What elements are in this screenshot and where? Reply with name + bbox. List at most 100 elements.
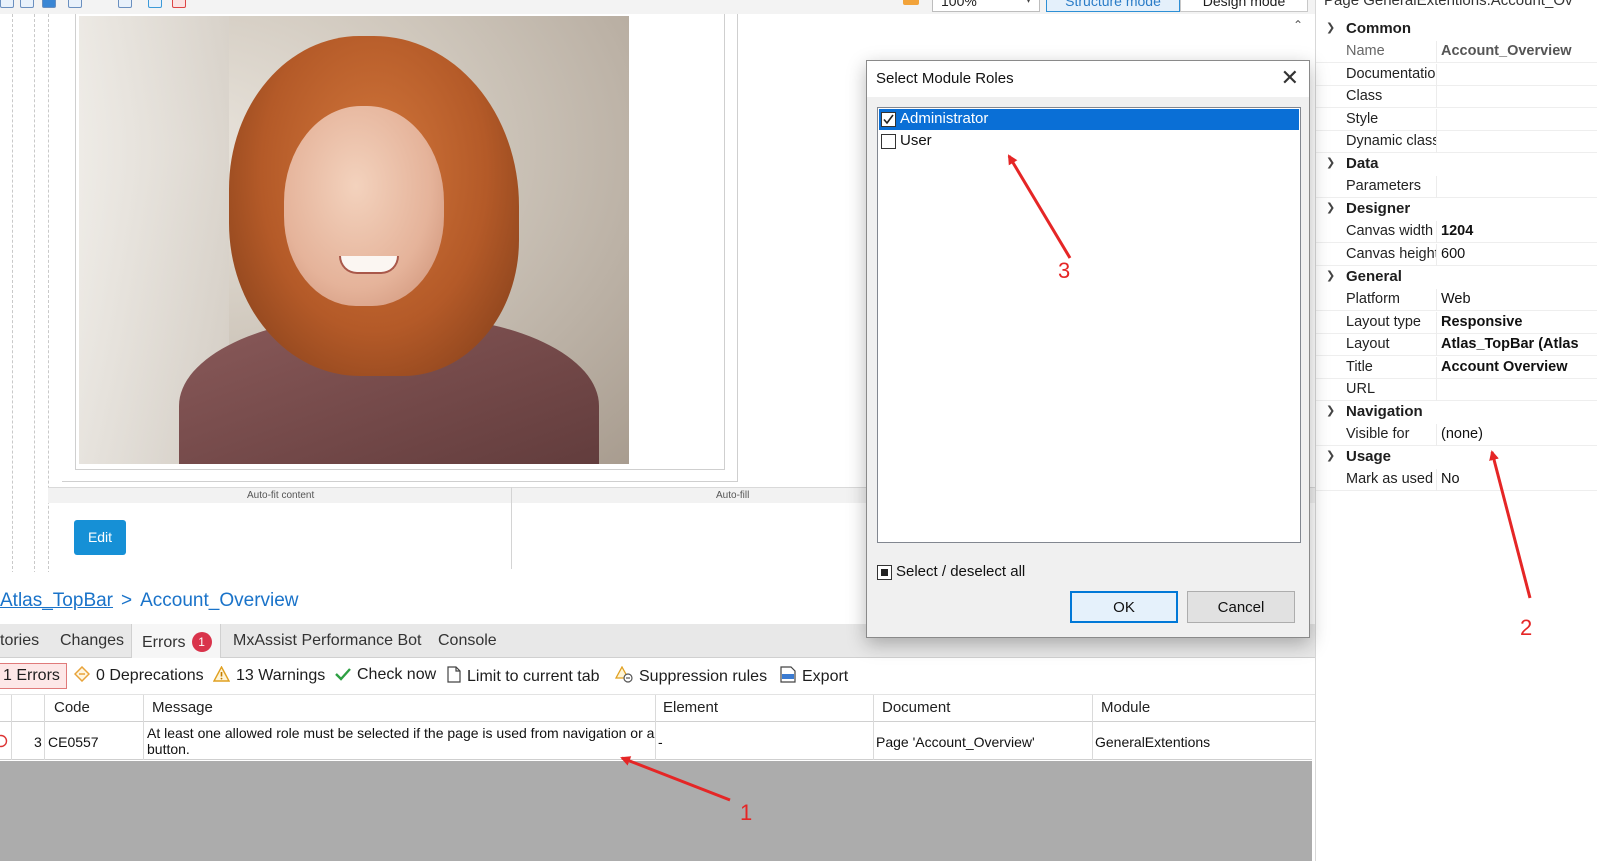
prop-title[interactable]: Title Account Overview: [1316, 357, 1597, 379]
warnings-filter-label: 13 Warnings: [236, 667, 326, 684]
prop-label: Documentation: [1346, 66, 1436, 82]
layout-grid-icon[interactable]: [42, 0, 56, 8]
category-label: Usage: [1346, 448, 1392, 465]
annotation-number-1: 1: [740, 800, 753, 825]
prop-label: Name: [1346, 43, 1385, 59]
errors-filter-toggle[interactable]: 1 Errors: [0, 663, 67, 689]
tab-changes[interactable]: Changes: [60, 624, 124, 658]
cancel-button[interactable]: Cancel: [1187, 591, 1295, 623]
prop-value: No: [1441, 471, 1460, 487]
prop-platform[interactable]: Platform Web: [1316, 289, 1597, 311]
autofit-label: Auto-fit content: [247, 490, 315, 501]
list-item-administrator[interactable]: Administrator: [879, 109, 1299, 130]
prop-parameters[interactable]: Parameters: [1316, 176, 1597, 198]
photo-face: [284, 106, 444, 306]
window-icon[interactable]: [118, 0, 132, 8]
administrator-checkbox[interactable]: [881, 112, 896, 127]
category-common[interactable]: ❯ Common: [1316, 19, 1597, 41]
errors-count-badge: 1: [191, 632, 212, 652]
tab-console[interactable]: Console: [438, 624, 497, 658]
tab-errors[interactable]: Errors 1: [131, 624, 221, 658]
dialog-titlebar[interactable]: Select Module Roles ✕: [867, 61, 1309, 97]
suppression-rules-label: Suppression rules: [639, 668, 768, 685]
breadcrumb-page-link[interactable]: Account_Overview: [140, 590, 298, 611]
suppression-icon: [615, 666, 633, 683]
column-header-module[interactable]: Module: [1101, 699, 1150, 716]
select-all-checkbox[interactable]: [877, 565, 892, 580]
error-grid-empty-area: [0, 761, 1312, 861]
prop-documentation[interactable]: Documentation: [1316, 64, 1597, 86]
category-label: Data: [1346, 155, 1379, 172]
chevron-down-icon: ❯: [1326, 202, 1336, 214]
category-designer[interactable]: ❯ Designer: [1316, 199, 1597, 221]
module-roles-list[interactable]: Administrator User: [877, 107, 1301, 543]
export-button[interactable]: Export: [780, 666, 848, 686]
profile-image[interactable]: [79, 16, 629, 464]
column-header-message[interactable]: Message: [152, 699, 213, 716]
limit-to-tab-toggle[interactable]: Limit to current tab: [447, 666, 600, 686]
deprecations-filter-toggle[interactable]: 0 Deprecations: [74, 666, 204, 685]
prop-style[interactable]: Style: [1316, 109, 1597, 131]
prop-canvas-width[interactable]: Canvas width 1204: [1316, 221, 1597, 243]
breadcrumb: Atlas_TopBar > Account_Overview: [0, 590, 299, 620]
theme-icon[interactable]: [903, 0, 919, 5]
user-checkbox[interactable]: [881, 134, 896, 149]
chevron-down-icon: ❯: [1326, 270, 1336, 282]
ok-button[interactable]: OK: [1070, 591, 1178, 623]
prop-label: Layout type: [1346, 314, 1421, 330]
error-element: -: [658, 734, 663, 750]
prop-value: Web: [1441, 291, 1471, 307]
edit-button[interactable]: Edit: [74, 520, 126, 555]
tab-mxassist[interactable]: MxAssist Performance Bot: [233, 624, 422, 658]
prop-label: Class: [1346, 88, 1383, 104]
select-tool-icon[interactable]: [20, 0, 34, 8]
scroll-up-icon[interactable]: ⌃: [1293, 18, 1303, 32]
prop-label: URL: [1346, 381, 1376, 397]
column-separator: [655, 722, 656, 760]
widget-icon[interactable]: [68, 0, 82, 8]
component-icon[interactable]: [172, 0, 186, 8]
prop-dynamic-class[interactable]: Dynamic class: [1316, 131, 1597, 153]
column-header-element[interactable]: Element: [663, 699, 718, 716]
category-label: Navigation: [1346, 403, 1423, 420]
link-icon[interactable]: [148, 0, 162, 8]
table-row[interactable]: 3 CE0557 At least one allowed role must …: [0, 722, 1312, 760]
column-header-code[interactable]: Code: [54, 699, 90, 716]
annotation-number-2: 2: [1520, 615, 1533, 640]
list-item-user[interactable]: User: [879, 131, 1299, 152]
column-header-document[interactable]: Document: [882, 699, 950, 716]
category-navigation[interactable]: ❯ Navigation: [1316, 402, 1597, 424]
photo-smile: [339, 256, 399, 274]
prop-name[interactable]: Name Account_Overview: [1316, 41, 1597, 63]
prop-layout-type[interactable]: Layout type Responsive: [1316, 312, 1597, 334]
tab-stories[interactable]: tories: [0, 624, 39, 658]
column-separator: [143, 695, 144, 723]
check-now-button[interactable]: Check now: [335, 666, 436, 684]
check-now-label: Check now: [357, 666, 437, 683]
prop-visible-for[interactable]: Visible for (none): [1316, 424, 1597, 446]
breadcrumb-layout-link[interactable]: Atlas_TopBar: [0, 590, 113, 611]
prop-class[interactable]: Class: [1316, 86, 1597, 108]
chevron-down-icon: ❯: [1326, 405, 1336, 417]
column-divider: [511, 487, 512, 569]
top-toolbar: 100% ▾ Structure mode Design mode: [0, 0, 1315, 14]
column-separator: [44, 695, 45, 723]
category-usage[interactable]: ❯ Usage: [1316, 447, 1597, 469]
zoom-select[interactable]: 100% ▾: [932, 0, 1040, 12]
close-icon[interactable]: ✕: [1281, 66, 1299, 90]
category-data[interactable]: ❯ Data: [1316, 154, 1597, 176]
error-document: Page 'Account_Overview': [876, 734, 1035, 750]
category-general[interactable]: ❯ General: [1316, 267, 1597, 289]
prop-label: Canvas height: [1346, 246, 1436, 262]
prop-mark-as-used[interactable]: Mark as used No: [1316, 469, 1597, 491]
design-mode-button[interactable]: Design mode: [1180, 0, 1308, 12]
pointer-tool-icon[interactable]: [0, 0, 14, 8]
prop-layout[interactable]: Layout Atlas_TopBar (Atlas: [1316, 334, 1597, 356]
error-icon: [0, 734, 8, 748]
warnings-filter-toggle[interactable]: 13 Warnings: [213, 666, 325, 685]
structure-mode-button[interactable]: Structure mode: [1046, 0, 1180, 12]
prop-url[interactable]: URL: [1316, 379, 1597, 401]
prop-canvas-height[interactable]: Canvas height 600: [1316, 244, 1597, 266]
suppression-rules-button[interactable]: Suppression rules: [615, 666, 767, 686]
prop-label: Platform: [1346, 291, 1400, 307]
